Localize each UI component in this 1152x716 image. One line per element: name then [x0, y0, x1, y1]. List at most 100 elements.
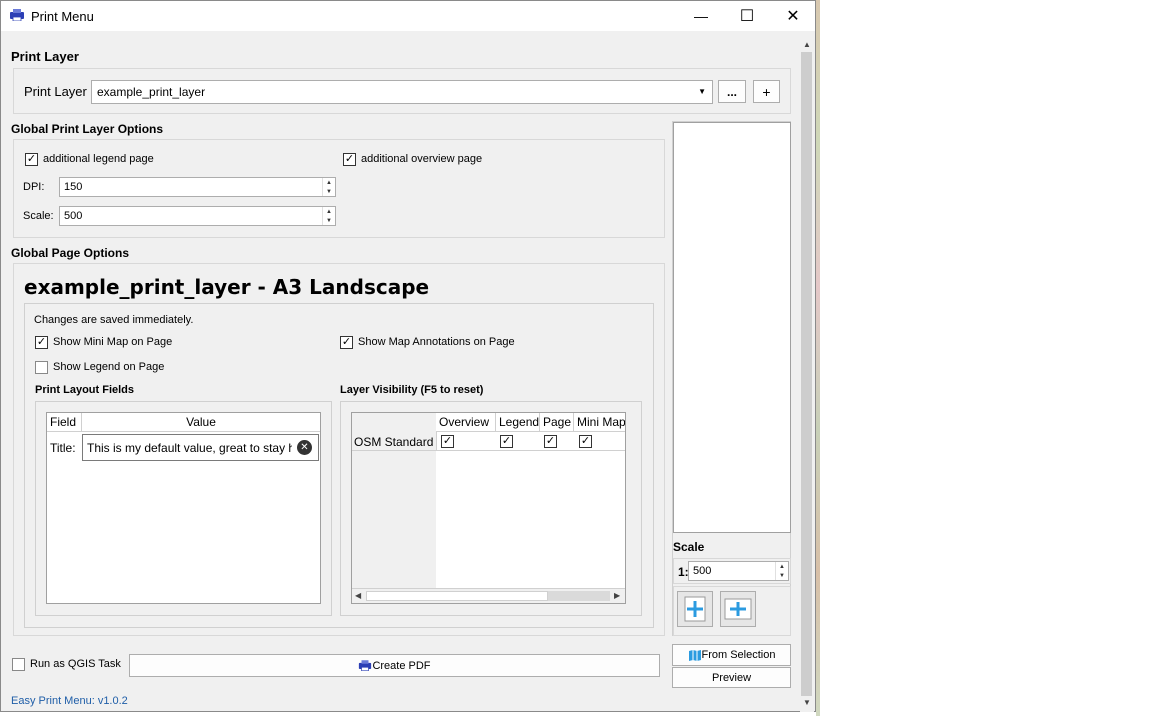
vertical-scrollbar[interactable]: ▲ ▼ [800, 38, 814, 712]
scale-title: Scale [673, 540, 705, 554]
column-header-mini-map[interactable]: Mini Map [574, 413, 625, 431]
add-landscape-page-button[interactable] [720, 591, 756, 627]
step-down-icon[interactable]: ▼ [776, 571, 788, 580]
scroll-right-icon[interactable]: ▶ [614, 591, 620, 600]
page-settings-panel: Changes are saved immediately. ✓ Show Mi… [24, 303, 654, 628]
column-header-value[interactable]: Value [82, 413, 320, 431]
add-page-icon [684, 596, 706, 622]
dpi-stepper[interactable]: ▲ ▼ [322, 178, 335, 196]
page-visibility-checkbox[interactable]: ✓ [544, 435, 557, 448]
step-up-icon[interactable]: ▲ [323, 178, 335, 187]
printer-icon [9, 9, 25, 22]
add-buttons-row [673, 586, 791, 636]
page-options-group: example_print_layer - A3 Landscape Chang… [13, 263, 665, 636]
side-scale-spinbox[interactable]: 500 ▲ ▼ [688, 561, 789, 581]
visibility-title: Layer Visibility (F5 to reset) [340, 384, 484, 396]
dpi-spinbox[interactable]: 150 ▲ ▼ [59, 177, 336, 197]
fields-frame: Field Value Title: This is my default va… [35, 401, 332, 616]
overview-page-checkbox[interactable]: ✓ [343, 153, 356, 166]
checkmark-icon: ✓ [344, 153, 355, 165]
add-landscape-page-icon [724, 598, 752, 620]
checkmark-icon: ✓ [580, 435, 591, 447]
mini-map-label: Show Mini Map on Page [53, 336, 173, 348]
run-as-task-checkbox[interactable] [12, 658, 25, 671]
overview-page-label: additional overview page [361, 153, 483, 165]
preview-button[interactable]: Preview [672, 667, 791, 688]
print-layer-group: Print Layer example_print_layer ▼ ... + [13, 68, 791, 114]
column-header-field[interactable]: Field [47, 413, 82, 431]
annotations-checkbox[interactable]: ✓ [340, 336, 353, 349]
printer-icon [359, 660, 372, 671]
legend-page-label: additional legend page [43, 153, 154, 165]
mini-map-visibility-checkbox[interactable]: ✓ [579, 435, 592, 448]
maximize-button[interactable]: ☐ [724, 1, 770, 31]
scrollbar-track[interactable] [366, 591, 548, 601]
add-page-button[interactable] [677, 591, 713, 627]
column-header-legend[interactable]: Legend [496, 413, 540, 431]
scroll-left-icon[interactable]: ◀ [355, 591, 361, 600]
run-as-task-label: Run as QGIS Task [30, 658, 121, 670]
close-button[interactable]: ✕ [770, 1, 816, 31]
step-up-icon[interactable]: ▲ [323, 207, 335, 216]
scale-spinbox[interactable]: 500 ▲ ▼ [59, 206, 336, 226]
print-menu-window: Print Menu — ☐ ✕ ▲ ▼ Print Layer Print L… [0, 0, 816, 712]
scroll-down-icon[interactable]: ▼ [803, 698, 811, 707]
checkmark-icon: ✓ [26, 153, 37, 165]
print-layer-combobox[interactable]: example_print_layer ▼ [91, 80, 713, 104]
title-bar: Print Menu — ☐ ✕ [1, 1, 815, 31]
global-options-group: ✓ additional legend page ✓ additional ov… [13, 139, 665, 238]
preview-canvas[interactable] [673, 122, 791, 533]
column-header-overview[interactable]: Overview [436, 413, 496, 431]
layer-name: OSM Standard [354, 435, 434, 449]
scrollbar-thumb[interactable] [548, 591, 610, 601]
side-panel: Scale 1: 500 ▲ ▼ [672, 121, 791, 636]
from-selection-button[interactable]: From Selection [672, 644, 791, 666]
checkmark-icon: ✓ [341, 336, 352, 348]
add-print-layer-button[interactable]: + [753, 80, 780, 103]
scrollbar-thumb[interactable] [801, 52, 812, 696]
fields-table[interactable]: Field Value Title: This is my default va… [46, 412, 321, 604]
side-scale-stepper[interactable]: ▲ ▼ [775, 562, 788, 580]
visibility-table[interactable]: Overview Legend Page Mini Map OSM Standa… [351, 412, 626, 604]
column-header-page[interactable]: Page [540, 413, 574, 431]
clear-icon[interactable]: ✕ [297, 440, 312, 455]
checkmark-icon: ✓ [501, 435, 512, 447]
step-down-icon[interactable]: ▼ [323, 187, 335, 196]
more-options-button[interactable]: ... [718, 80, 746, 103]
field-name: Title: [50, 441, 76, 455]
step-down-icon[interactable]: ▼ [323, 216, 335, 225]
step-up-icon[interactable]: ▲ [776, 562, 788, 571]
print-layer-section-title: Print Layer [11, 49, 79, 64]
visibility-table-header: Overview Legend Page Mini Map [436, 413, 625, 432]
mini-map-checkbox[interactable]: ✓ [35, 336, 48, 349]
side-scale-value: 500 [693, 565, 712, 577]
from-selection-label: From Selection [701, 649, 776, 661]
maximize-icon: ☐ [739, 8, 755, 25]
horizontal-scrollbar[interactable]: ◀ ▶ [352, 588, 625, 603]
scroll-up-icon[interactable]: ▲ [803, 40, 811, 49]
fields-table-header: Field Value [47, 413, 320, 432]
map-icon [688, 649, 701, 661]
create-pdf-button[interactable]: Create PDF [129, 654, 660, 677]
minimize-button[interactable]: — [678, 1, 724, 31]
legend-page-checkbox[interactable]: ✓ [25, 153, 38, 166]
dpi-value: 150 [64, 181, 83, 193]
print-layer-selected: example_print_layer [97, 85, 206, 99]
scale-row: 1: 500 ▲ ▼ [673, 558, 791, 584]
title-value-input[interactable]: This is my default value, great to stay … [82, 434, 319, 461]
saved-note: Changes are saved immediately. [34, 314, 194, 326]
annotations-label: Show Map Annotations on Page [358, 336, 515, 348]
create-pdf-label: Create PDF [372, 659, 431, 672]
legend-checkbox[interactable] [35, 361, 48, 374]
table-row: OSM Standard ✓ ✓ ✓ ✓ [352, 432, 625, 451]
chevron-down-icon: ▼ [698, 87, 706, 96]
legend-label: Show Legend on Page [53, 361, 165, 373]
scale-stepper[interactable]: ▲ ▼ [322, 207, 335, 225]
window-title: Print Menu [31, 9, 94, 24]
scale-value: 500 [64, 210, 83, 222]
dpi-label: DPI: [23, 181, 45, 193]
overview-visibility-checkbox[interactable]: ✓ [441, 435, 454, 448]
legend-visibility-checkbox[interactable]: ✓ [500, 435, 513, 448]
checkmark-icon: ✓ [442, 435, 453, 447]
checkmark-icon: ✓ [545, 435, 556, 447]
